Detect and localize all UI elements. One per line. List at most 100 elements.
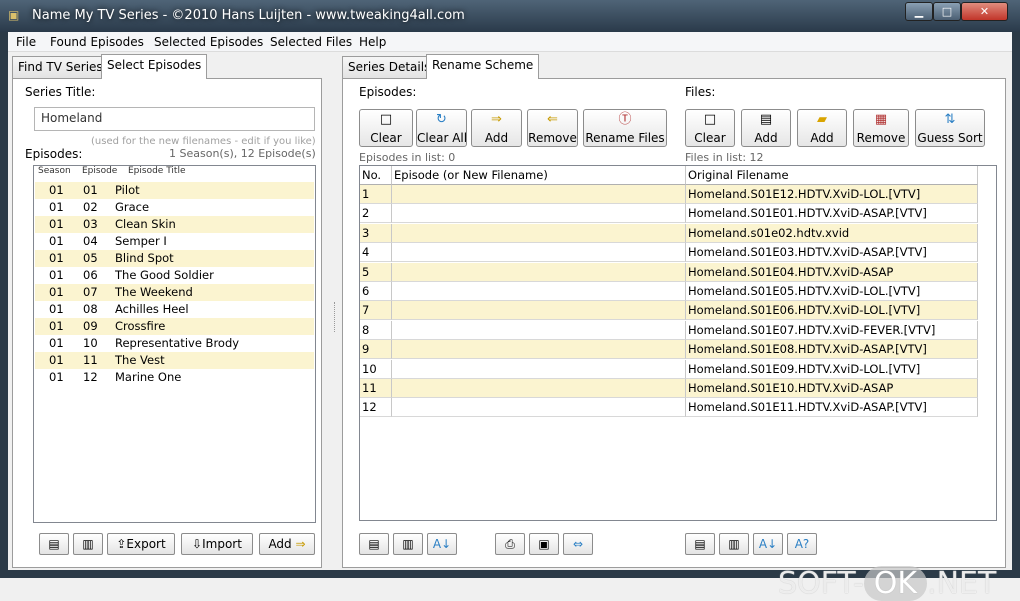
grid-cell-no[interactable]: 2 <box>360 204 392 224</box>
grid-cell-original[interactable]: Homeland.S01E10.HDTV.XviD-ASAP <box>686 379 978 398</box>
grid-cell-no[interactable]: 12 <box>360 398 392 418</box>
menu-selected-episodes[interactable]: Selected Episodes <box>154 35 263 49</box>
column-episode-title[interactable]: Episode Title <box>128 166 186 180</box>
grid-cell-no[interactable]: 3 <box>360 223 392 243</box>
episode-row[interactable]: 01 04 Semper I <box>35 233 314 250</box>
grid-sort-button[interactable]: A↓ <box>427 533 457 555</box>
rename-grid[interactable]: No. Episode (or New Filename) Original F… <box>359 165 997 521</box>
grid-cell-episode[interactable] <box>392 223 686 243</box>
grid-cell-no[interactable]: 4 <box>360 243 392 263</box>
grid-cell-episode[interactable] <box>392 340 686 360</box>
select-none-button[interactable]: ▥ <box>73 533 103 555</box>
column-new-filename[interactable]: Episode (or New Filename) <box>392 166 686 185</box>
grid-cell-no[interactable]: 8 <box>360 320 392 340</box>
menu-selected-files[interactable]: Selected Files <box>270 35 352 49</box>
export-label: Export <box>126 537 166 551</box>
files-sort-button[interactable]: A↓ <box>753 533 783 555</box>
add-episodes-button[interactable]: Add ⇒ <box>259 533 315 555</box>
episode-row[interactable]: 01 09 Crossfire <box>35 318 314 335</box>
menu-file[interactable]: File <box>16 35 36 49</box>
episodes-add-button[interactable]: ⇒ Add <box>471 109 522 147</box>
guess-sort-button[interactable]: ⇅ Guess Sort <box>915 109 985 147</box>
tab-find-tv-series[interactable]: Find TV Series <box>12 56 109 78</box>
grid-cell-original[interactable]: Homeland.S01E01.HDTV.XviD-ASAP.[VTV] <box>686 204 978 224</box>
grid-cell-original[interactable]: Homeland.S01E09.HDTV.XviD-LOL.[VTV] <box>686 359 978 379</box>
tab-select-episodes[interactable]: Select Episodes <box>101 54 208 79</box>
grid-cell-episode[interactable] <box>392 301 686 321</box>
episode-row[interactable]: 01 01 Pilot <box>35 182 314 199</box>
minimize-button[interactable]: ▁ <box>905 2 933 21</box>
tab-series-details[interactable]: Series Details <box>342 56 437 78</box>
files-select-all-button[interactable]: ▤ <box>685 533 715 555</box>
rename-files-label: Rename Files <box>585 131 665 145</box>
column-episode[interactable]: Episode <box>82 166 117 180</box>
save-button[interactable]: ▣ <box>529 533 559 555</box>
grid-cell-episode[interactable] <box>392 398 686 418</box>
column-original-filename[interactable]: Original Filename <box>686 166 978 185</box>
grid-select-all-button[interactable]: ▤ <box>359 533 389 555</box>
grid-cell-original[interactable]: Homeland.S01E03.HDTV.XviD-ASAP.[VTV] <box>686 243 978 263</box>
episode-row[interactable]: 01 05 Blind Spot <box>35 250 314 267</box>
files-guess-sort-button[interactable]: A? <box>787 533 817 555</box>
grid-cell-no[interactable]: 5 <box>360 262 392 282</box>
grid-cell-episode[interactable] <box>392 262 686 282</box>
grid-cell-no[interactable]: 10 <box>360 359 392 379</box>
grid-cell-no[interactable]: 6 <box>360 282 392 301</box>
column-no[interactable]: No. <box>360 166 392 185</box>
episode-list[interactable]: Season Episode Episode Title 01 01 Pilot 01… <box>33 165 316 523</box>
episode-episode: 10 <box>83 336 98 350</box>
print-button[interactable]: ⎙ <box>495 533 525 555</box>
grid-cell-original[interactable]: Homeland.S01E11.HDTV.XviD-ASAP.[VTV] <box>686 398 978 418</box>
tab-rename-scheme[interactable]: Rename Scheme <box>426 54 540 79</box>
episodes-clear-button[interactable]: □ Clear <box>359 109 413 147</box>
grid-cell-original[interactable]: Homeland.S01E07.HDTV.XviD-FEVER.[VTV] <box>686 320 978 340</box>
episode-row[interactable]: 01 03 Clean Skin <box>35 216 314 233</box>
grid-cell-episode[interactable] <box>392 185 686 204</box>
episode-row[interactable]: 01 10 Representative Brody <box>35 335 314 352</box>
grid-cell-no[interactable]: 11 <box>360 379 392 398</box>
rename-files-button[interactable]: Ⓣ Rename Files <box>583 109 667 147</box>
grid-cell-episode[interactable] <box>392 204 686 224</box>
menu-found-episodes[interactable]: Found Episodes <box>50 35 144 49</box>
grid-cell-original[interactable]: Homeland.S01E08.HDTV.XviD-ASAP.[VTV] <box>686 340 978 360</box>
grid-cell-episode[interactable] <box>392 243 686 263</box>
select-all-button[interactable]: ▤ <box>39 533 69 555</box>
title-bar[interactable]: ▣ Name My TV Series - ©2010 Hans Luijten… <box>0 0 1020 32</box>
files-add-folder-button[interactable]: ▰ Add <box>797 109 847 147</box>
import-button[interactable]: ⇩Import <box>181 533 253 555</box>
episodes-remove-button[interactable]: ⇐ Remove <box>527 109 578 147</box>
grid-cell-original[interactable]: Homeland.S01E12.HDTV.XviD-LOL.[VTV] <box>686 185 978 204</box>
episode-row[interactable]: 01 08 Achilles Heel <box>35 301 314 318</box>
export-button[interactable]: ⇪Export <box>107 533 175 555</box>
files-remove-button[interactable]: ▦ Remove <box>853 109 909 147</box>
close-button[interactable]: ✕ <box>961 2 1008 21</box>
grid-cell-episode[interactable] <box>392 379 686 398</box>
grid-cell-original[interactable]: Homeland.S01E04.HDTV.XviD-ASAP <box>686 262 978 282</box>
files-add-button[interactable]: ▤ Add <box>741 109 791 147</box>
episodes-clear-all-button[interactable]: ↻ Clear All <box>416 109 467 147</box>
episode-row[interactable]: 01 06 The Good Soldier <box>35 267 314 284</box>
grid-cell-no[interactable]: 7 <box>360 301 392 321</box>
files-select-none-button[interactable]: ▥ <box>719 533 749 555</box>
menu-help[interactable]: Help <box>359 35 386 49</box>
panel-splitter[interactable] <box>334 302 338 332</box>
grid-cell-episode[interactable] <box>392 282 686 301</box>
grid-cell-original[interactable]: Homeland.S01E06.HDTV.XviD-LOL.[VTV] <box>686 301 978 321</box>
episode-row[interactable]: 01 12 Marine One <box>35 369 314 386</box>
episode-row[interactable]: 01 11 The Vest <box>35 352 314 369</box>
files-clear-button[interactable]: □ Clear <box>685 109 735 147</box>
grid-cell-no[interactable]: 1 <box>360 185 392 204</box>
episode-season: 01 <box>49 319 64 333</box>
grid-select-none-button[interactable]: ▥ <box>393 533 423 555</box>
column-season[interactable]: Season <box>38 166 71 180</box>
grid-cell-no[interactable]: 9 <box>360 340 392 360</box>
maximize-button[interactable]: □ <box>933 2 961 21</box>
grid-cell-original[interactable]: Homeland.S01E05.HDTV.XviD-LOL.[VTV] <box>686 282 978 301</box>
grid-cell-original[interactable]: Homeland.s01e02.hdtv.xvid <box>686 223 978 243</box>
fit-columns-button[interactable]: ⇔ <box>563 533 593 555</box>
grid-cell-episode[interactable] <box>392 320 686 340</box>
series-title-input[interactable]: Homeland <box>34 107 315 131</box>
grid-cell-episode[interactable] <box>392 359 686 379</box>
episode-row[interactable]: 01 07 The Weekend <box>35 284 314 301</box>
episode-row[interactable]: 01 02 Grace <box>35 199 314 216</box>
